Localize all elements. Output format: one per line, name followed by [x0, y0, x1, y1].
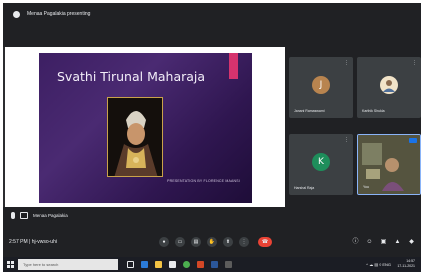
file-explorer-icon[interactable] [155, 261, 162, 268]
info-button[interactable]: ⓘ [352, 239, 359, 246]
slide-caption: PRESENTATION BY FLORENCE MAANSI [167, 179, 240, 183]
clock[interactable]: 14:57 17-11-2021 [397, 259, 415, 269]
participant-tile[interactable]: J ⋮ Janani Ramaswami [289, 57, 353, 118]
lock-icon: ◆ [409, 239, 414, 245]
phone-end-icon: ☎ [261, 239, 269, 245]
avatar: K [312, 152, 330, 171]
end-call-button[interactable]: ☎ [258, 237, 272, 247]
participant-name: Harshal Raja [294, 186, 315, 190]
presentation-stage[interactable]: Svathi Tirunal Maharaja PRESENTATION BY … [5, 47, 285, 207]
taskbar: Type here to search ^ ☁ ▤ ◊ ENG 14:57 17… [3, 257, 421, 272]
more-vert-icon: ⋮ [241, 239, 247, 245]
store-icon[interactable] [169, 261, 176, 268]
presenter-name: Menaa Pagalakia [33, 213, 68, 218]
raise-hand-button[interactable]: ✋ [207, 237, 217, 247]
portrait-image [107, 97, 163, 177]
info-icon: ⓘ [352, 239, 359, 245]
avatar: J [312, 75, 330, 94]
more-options-button[interactable]: ⋮ [239, 237, 249, 247]
captions-button[interactable]: ▤ [191, 237, 201, 247]
task-view-icon[interactable] [127, 261, 134, 268]
hand-icon: ✋ [208, 239, 216, 245]
avatar [380, 75, 398, 94]
mic-icon [11, 212, 15, 219]
search-placeholder: Type here to search [23, 262, 59, 267]
host-controls-button[interactable]: ◆ [408, 239, 415, 246]
call-controls-bar: 2:57 PM | hj-vwso-uhi ● ▭ ▤ ✋ ⬆ ⋮ ☎ ⓘ ☺ … [3, 231, 421, 253]
participant-tile[interactable]: K ⋮ Harshal Raja [289, 134, 353, 195]
chat-button[interactable]: ▣ [380, 239, 387, 246]
participant-name: You [363, 185, 369, 189]
mic-icon: ● [162, 239, 166, 245]
powerpoint-icon[interactable] [197, 261, 204, 268]
presenting-text: Menaa Pagalakia presenting [27, 11, 91, 17]
slide-title: Svathi Tirunal Maharaja [57, 69, 206, 84]
more-vert-icon[interactable]: ⋮ [344, 138, 349, 143]
self-view-tile[interactable]: You [357, 134, 421, 195]
presenter-label: Menaa Pagalakia [11, 212, 68, 219]
camera-button[interactable]: ▭ [175, 237, 185, 247]
people-icon: ☺ [366, 239, 373, 245]
system-tray[interactable]: ^ ☁ ▤ ◊ ENG [366, 262, 391, 267]
mic-button[interactable]: ● [159, 237, 169, 247]
chat-icon: ▣ [380, 239, 387, 245]
people-button[interactable]: ☺ [366, 239, 373, 246]
slide: Svathi Tirunal Maharaja PRESENTATION BY … [39, 53, 252, 203]
present-icon: ⬆ [225, 239, 231, 245]
participant-name: Karthik Shukla [362, 109, 385, 113]
meet-window: Menaa Pagalakia presenting Svathi Tiruna… [3, 3, 421, 272]
participant-tile[interactable]: ⋮ Karthik Shukla [357, 57, 421, 118]
participant-name: Janani Ramaswami [294, 109, 325, 113]
activities-button[interactable]: ▲ [394, 239, 401, 246]
camera-icon: ▭ [177, 239, 183, 245]
pin-badge [409, 138, 417, 143]
more-vert-icon[interactable]: ⋮ [412, 61, 417, 66]
taskbar-search-input[interactable]: Type here to search [18, 259, 118, 270]
chrome-icon[interactable] [183, 261, 190, 268]
activities-icon: ▲ [394, 239, 401, 245]
presenting-icon [13, 10, 20, 18]
clock-date: 17-11-2021 [397, 264, 415, 268]
meeting-info: 2:57 PM | hj-vwso-uhi [9, 239, 57, 245]
present-button[interactable]: ⬆ [223, 237, 233, 247]
presenting-bar: Menaa Pagalakia presenting [3, 3, 421, 25]
windows-start-icon[interactable] [7, 261, 14, 268]
app-icon[interactable] [225, 261, 232, 268]
captions-icon: ▤ [193, 239, 199, 245]
present-screen-icon [20, 212, 28, 219]
word-icon[interactable] [211, 261, 218, 268]
more-vert-icon[interactable]: ⋮ [344, 61, 349, 66]
edge-icon[interactable] [141, 261, 148, 268]
slide-accent-bar [229, 53, 238, 79]
